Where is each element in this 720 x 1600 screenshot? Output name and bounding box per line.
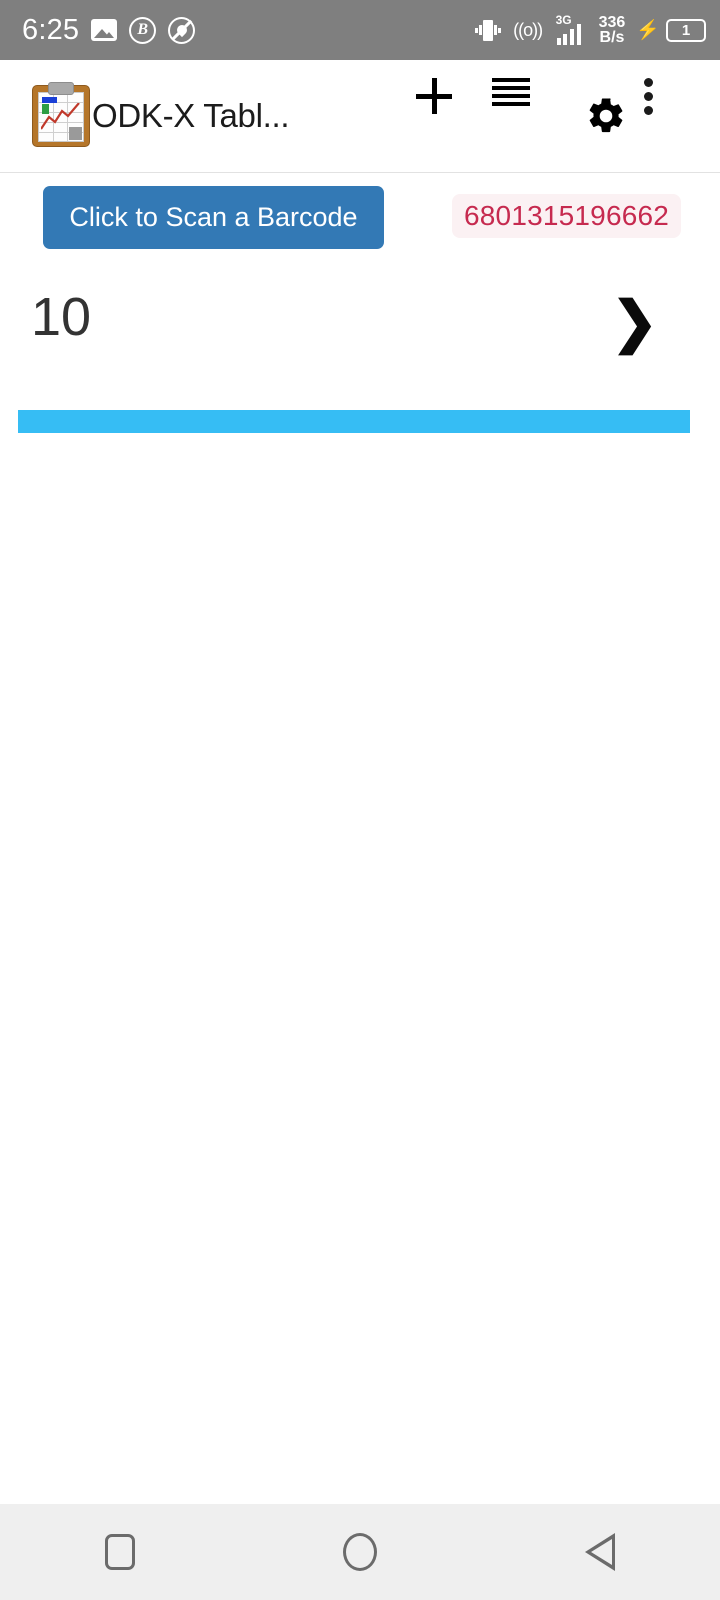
more-vertical-icon — [644, 78, 687, 135]
hamburger-icon — [492, 78, 549, 131]
odkx-tables-logo — [32, 82, 90, 147]
back-button[interactable] — [480, 1533, 720, 1571]
barcode-value-field[interactable]: 6801315196662 — [452, 194, 682, 238]
barcode-scan-row: Click to Scan a Barcode 6801315196662 — [0, 186, 720, 256]
app-bar: ODK-X Tabl... — [0, 60, 720, 173]
triangle-back-icon — [585, 1533, 615, 1571]
plus-icon — [436, 98, 472, 134]
bitwarden-icon: B — [129, 16, 157, 44]
status-bar-left: 6:25 B — [22, 13, 196, 46]
status-bar: 6:25 B ((o)) 3G 336 B/s ⚡ 1 — [0, 0, 720, 60]
chevron-right-icon[interactable]: ❯ — [611, 294, 658, 350]
hotspot-icon: ((o)) — [513, 19, 543, 40]
network-type-label: 3G — [555, 13, 572, 27]
status-bar-right: ((o)) 3G 336 B/s ⚡ 1 — [474, 13, 706, 46]
app-bar-actions — [416, 78, 720, 154]
android-nav-bar — [0, 1504, 720, 1600]
progress-bar — [18, 410, 690, 433]
form-content: Click to Scan a Barcode 6801315196662 10… — [0, 174, 720, 1504]
add-button[interactable] — [416, 78, 492, 154]
overflow-button[interactable] — [644, 78, 720, 154]
cellular-signal-icon: 3G — [555, 13, 588, 45]
do-not-disturb-icon — [168, 16, 196, 44]
battery-icon: 1 — [666, 18, 706, 42]
charging-bolt-icon: ⚡ — [636, 19, 660, 41]
count-value: 10 — [31, 287, 92, 347]
status-bar-clock: 6:25 — [22, 13, 80, 46]
data-rate-unit: B/s — [599, 29, 625, 46]
settings-button[interactable] — [568, 78, 644, 154]
circle-icon — [343, 1533, 377, 1571]
photo-icon — [91, 19, 118, 41]
vibrate-icon — [474, 17, 501, 43]
home-button[interactable] — [240, 1533, 480, 1571]
count-row: 10 ❯ — [0, 290, 720, 380]
data-rate-value: 336 — [598, 13, 626, 31]
data-rate-indicator: 336 B/s — [598, 13, 626, 46]
gear-icon — [585, 95, 627, 137]
menu-button[interactable] — [492, 78, 568, 154]
app-title: ODK-X Tabl... — [92, 97, 290, 134]
phone-screen: 6:25 B ((o)) 3G 336 B/s ⚡ 1 ODK-X Tabl..… — [0, 0, 720, 1600]
square-icon — [105, 1534, 135, 1570]
scan-barcode-button[interactable]: Click to Scan a Barcode — [43, 186, 384, 249]
recents-button[interactable] — [0, 1534, 240, 1570]
